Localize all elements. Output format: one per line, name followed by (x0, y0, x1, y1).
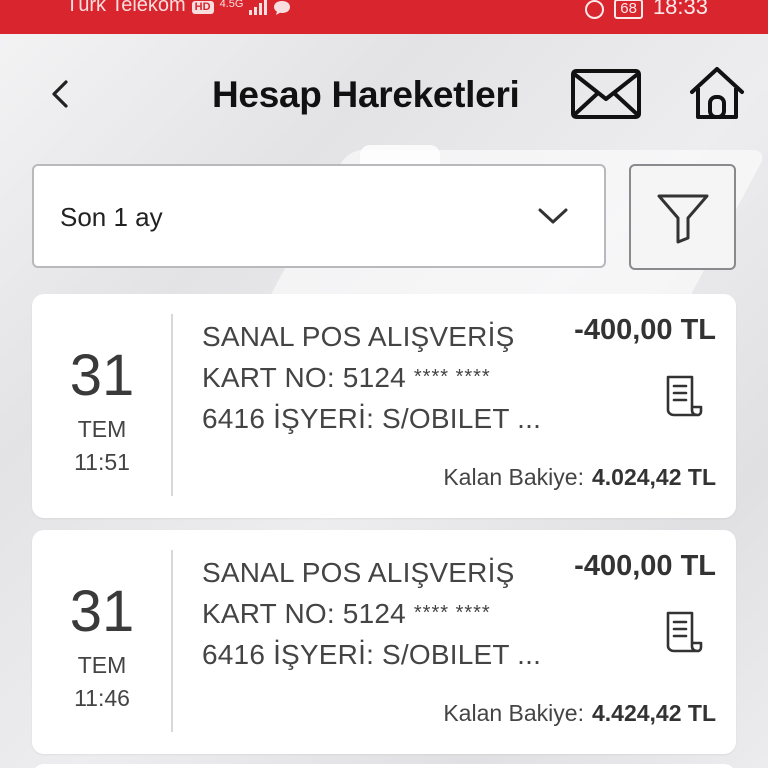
page-title: Hesap Hareketleri (212, 74, 520, 115)
description-line-2: KART NO: 5124 **** **** (202, 593, 562, 634)
chevron-left-icon (52, 80, 68, 108)
funnel-icon (657, 194, 709, 244)
status-bar-left: Türk Telekom HD 4.5G (66, 0, 291, 17)
receipt-icon[interactable] (664, 610, 704, 654)
description-line-3: 6416 İŞYERİ: S/OBILET ... (202, 403, 542, 434)
transaction-date: 31 TEM 11:46 (32, 530, 172, 754)
transaction-card[interactable] (32, 764, 736, 768)
transaction-amount: -400,00 TL (574, 314, 716, 346)
back-button[interactable] (40, 74, 80, 114)
transaction-description: SANAL POS ALIŞVERİŞ KART NO: 5124 **** *… (202, 552, 562, 675)
description-line-1: SANAL POS ALIŞVERİŞ (202, 557, 515, 588)
transaction-month: TEM (77, 416, 127, 442)
description-line-2: KART NO: 5124 **** **** (202, 357, 562, 398)
app-header: Hesap Hareketleri (0, 34, 768, 154)
home-button[interactable] (688, 64, 746, 122)
transaction-date: 31 TEM 11:51 (32, 294, 172, 518)
divider (171, 314, 173, 496)
transaction-day: 31 (69, 579, 135, 644)
remaining-balance: Kalan Bakiye: 4.024,42 TL (443, 464, 716, 491)
period-value: Son 1 ay (60, 202, 163, 232)
network-type: 4.5G (219, 0, 244, 10)
card-number: KART NO: 5124 (202, 362, 406, 393)
transaction-month: TEM (77, 652, 127, 678)
period-select[interactable]: Son 1 ay (32, 164, 606, 268)
envelope-icon (571, 69, 641, 119)
filter-button[interactable] (629, 164, 736, 270)
receipt-icon[interactable] (664, 374, 704, 418)
description-line-3: 6416 İŞYERİ: S/OBILET ... (202, 639, 542, 670)
clock-time: 18:33 (652, 0, 708, 19)
battery-icon: 68 (614, 0, 643, 19)
balance-value: 4.024,42 TL (591, 464, 716, 490)
chevron-down-icon (538, 208, 568, 224)
home-icon (690, 67, 744, 119)
divider (171, 550, 173, 732)
remaining-balance: Kalan Bakiye: 4.424,42 TL (443, 700, 716, 727)
chat-bubble-icon (274, 0, 291, 15)
status-bar: Türk Telekom HD 4.5G 68 18:33 (0, 0, 768, 34)
hd-badge: HD (191, 1, 214, 14)
balance-value: 4.424,42 TL (591, 700, 716, 726)
description-line-1: SANAL POS ALIŞVERİŞ (202, 321, 515, 352)
transaction-day: 31 (69, 343, 135, 408)
card-number: KART NO: 5124 (202, 598, 406, 629)
card-mask: **** **** (413, 602, 491, 624)
card-mask: **** **** (413, 366, 491, 388)
balance-label: Kalan Bakiye: (443, 464, 584, 490)
carrier-name: Türk Telekom (66, 0, 186, 16)
transaction-card[interactable]: 31 TEM 11:46 SANAL POS ALIŞVERİŞ KART NO… (32, 530, 736, 754)
transaction-time: 11:51 (74, 449, 130, 475)
alarm-icon (585, 0, 605, 19)
transaction-time: 11:46 (74, 685, 130, 711)
transaction-description: SANAL POS ALIŞVERİŞ KART NO: 5124 **** *… (202, 316, 562, 439)
status-bar-right: 68 18:33 (585, 0, 708, 20)
transaction-amount: -400,00 TL (574, 550, 716, 582)
messages-button[interactable] (570, 68, 642, 120)
screen: Türk Telekom HD 4.5G 68 18:33 Hesap Hare… (0, 0, 768, 768)
transaction-card[interactable]: 31 TEM 11:51 SANAL POS ALIŞVERİŞ KART NO… (32, 294, 736, 518)
signal-icon (249, 0, 268, 15)
balance-label: Kalan Bakiye: (443, 700, 584, 726)
